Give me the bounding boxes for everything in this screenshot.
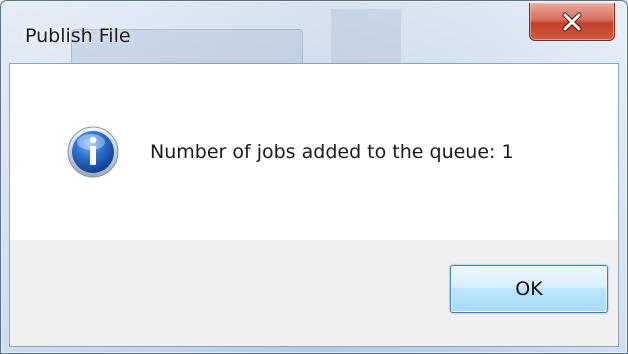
publish-file-dialog: Publish File Number of jobs added to the… [0, 0, 628, 354]
close-icon [562, 12, 582, 31]
message-area: Number of jobs added to the queue: 1 [10, 64, 618, 240]
dialog-client-area: Number of jobs added to the queue: 1 OK [9, 63, 619, 347]
title-bar[interactable]: Publish File [1, 1, 627, 65]
message-text: Number of jobs added to the queue: 1 [150, 141, 514, 163]
window-title: Publish File [25, 25, 131, 47]
ok-button[interactable]: OK [450, 265, 608, 313]
close-button[interactable] [529, 3, 615, 41]
glass-reflection-2 [331, 9, 401, 63]
info-icon [67, 126, 119, 178]
button-strip: OK [10, 240, 618, 346]
